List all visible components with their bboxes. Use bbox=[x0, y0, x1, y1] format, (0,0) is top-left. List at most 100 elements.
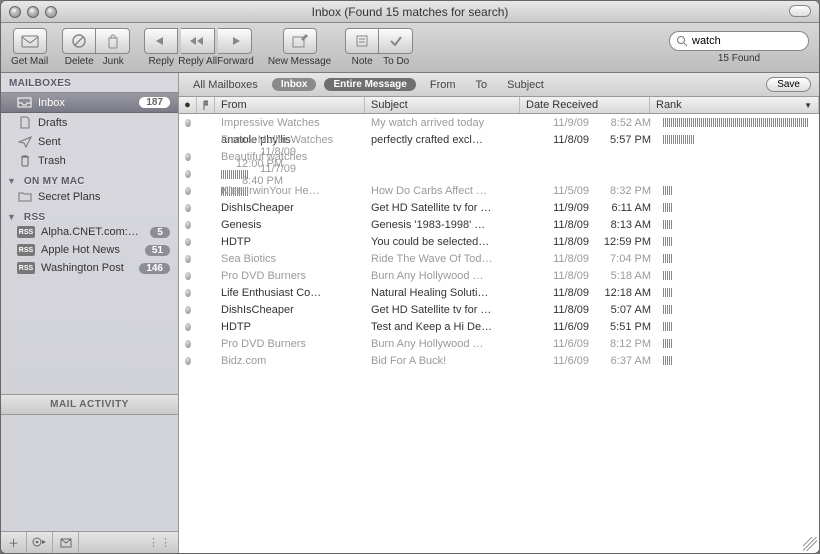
disclosure-triangle-icon[interactable]: ▼ bbox=[1, 170, 22, 186]
search-field[interactable]: ✕ bbox=[669, 31, 809, 51]
unread-dot bbox=[179, 119, 197, 127]
message-time: 8:32 PM bbox=[595, 185, 657, 197]
scope-all-mailboxes[interactable]: All Mailboxes bbox=[187, 77, 264, 93]
sidebar-item-label: Sent bbox=[38, 136, 61, 148]
window-resize-handle[interactable] bbox=[803, 537, 817, 551]
column-from[interactable]: From bbox=[215, 97, 365, 113]
message-row[interactable]: DishIsCheaperGet HD Satellite tv for …11… bbox=[179, 199, 819, 216]
message-row[interactable]: HDTPTest and Keep a Hi De…11/6/095:51 PM bbox=[179, 318, 819, 335]
message-date: 11/8/09 bbox=[520, 236, 595, 248]
scope-entire-message[interactable]: Entire Message bbox=[324, 78, 415, 91]
minimize-window-button[interactable] bbox=[27, 6, 39, 18]
message-date: 11/6/09 bbox=[520, 321, 595, 333]
column-status[interactable]: ● bbox=[179, 97, 197, 113]
reply-button[interactable]: Reply bbox=[144, 28, 178, 67]
message-row[interactable]: Impressive WatchesMy watch arrived today… bbox=[179, 114, 819, 131]
scope-subject[interactable]: Subject bbox=[501, 77, 550, 93]
sidebar-item-rss[interactable]: RSSAlpha.CNET.com:…5 bbox=[1, 223, 178, 241]
message-rank bbox=[657, 356, 819, 365]
message-time: 6:11 AM bbox=[595, 202, 657, 214]
add-button[interactable]: ＋ bbox=[1, 532, 27, 554]
sidebar-footer: ＋ ⋮⋮ bbox=[1, 531, 178, 553]
sidebar-item-inbox[interactable]: Inbox 187 bbox=[1, 92, 178, 113]
message-row[interactable]: Klee IrwinYour He…How Do Carbs Affect …1… bbox=[179, 182, 819, 199]
message-date: 11/5/09 bbox=[520, 185, 595, 197]
zoom-window-button[interactable] bbox=[45, 6, 57, 18]
inbox-badge: 187 bbox=[139, 97, 170, 108]
message-row[interactable]: DishIsCheaperGet HD Satellite tv for …11… bbox=[179, 301, 819, 318]
disclosure-triangle-icon[interactable]: ▼ bbox=[1, 206, 22, 222]
sidebar-item-label: Washington Post bbox=[41, 262, 124, 274]
message-row[interactable]: Life Enthusiast Co…Natural Healing Solut… bbox=[179, 284, 819, 301]
message-subject: You could be selected… bbox=[365, 236, 520, 248]
message-rank bbox=[657, 322, 819, 331]
message-rank bbox=[657, 254, 819, 263]
mail-window: Inbox (Found 15 matches for search) Get … bbox=[0, 0, 820, 554]
column-rank[interactable]: Rank▼ bbox=[650, 97, 819, 113]
to-do-button[interactable]: To Do bbox=[379, 28, 413, 67]
sort-descending-icon: ▼ bbox=[804, 101, 812, 110]
column-date[interactable]: Date Received bbox=[520, 97, 650, 113]
message-time: 12:18 AM bbox=[595, 287, 657, 299]
sidebar-item-rss[interactable]: RSSWashington Post146 bbox=[1, 259, 178, 277]
sidebar-item-label: Inbox bbox=[38, 97, 65, 109]
message-time: 8:12 PM bbox=[595, 338, 657, 350]
scope-to[interactable]: To bbox=[470, 77, 494, 93]
sidebar-item-drafts[interactable]: Drafts bbox=[1, 113, 178, 132]
delete-button[interactable]: Delete bbox=[62, 28, 96, 67]
message-row[interactable]: Pro DVD BurnersBurn Any Hollywood …11/6/… bbox=[179, 335, 819, 352]
scope-inbox[interactable]: Inbox bbox=[272, 78, 317, 91]
junk-button[interactable]: Junk bbox=[96, 28, 130, 67]
message-row[interactable]: Beautiful watches11/7/098:40 PM bbox=[179, 165, 819, 182]
message-from: Pro DVD Burners bbox=[215, 270, 365, 282]
action-menu-button[interactable] bbox=[27, 532, 53, 554]
rss-badge: 5 bbox=[150, 227, 170, 238]
forward-button[interactable]: Forward bbox=[217, 28, 254, 67]
message-list[interactable]: Impressive WatchesMy watch arrived today… bbox=[179, 114, 819, 553]
message-time: 8:52 AM bbox=[595, 117, 657, 129]
message-row[interactable]: GenesisGenesis '1983-1998' …11/8/098:13 … bbox=[179, 216, 819, 233]
message-rank bbox=[657, 203, 819, 212]
get-mail-button[interactable]: Get Mail bbox=[11, 28, 48, 67]
toolbar-toggle-button[interactable] bbox=[789, 5, 811, 17]
save-search-button[interactable]: Save bbox=[766, 77, 811, 92]
message-from: Genesis bbox=[215, 219, 365, 231]
rss-badge: 51 bbox=[145, 245, 170, 256]
message-pane: All Mailboxes Inbox Entire Message From … bbox=[179, 73, 819, 553]
rss-badge: 146 bbox=[139, 263, 170, 274]
message-row[interactable]: Sea BioticsRide The Wave Of Tod…11/8/097… bbox=[179, 250, 819, 267]
search-input[interactable] bbox=[692, 35, 815, 47]
message-time: 7:04 PM bbox=[595, 253, 657, 265]
message-subject: Get HD Satellite tv for … bbox=[365, 304, 520, 316]
new-message-button[interactable]: New Message bbox=[268, 28, 331, 67]
sidebar-item-rss[interactable]: RSSApple Hot News51 bbox=[1, 241, 178, 259]
unread-dot bbox=[179, 221, 197, 229]
column-subject[interactable]: Subject bbox=[365, 97, 520, 113]
close-window-button[interactable] bbox=[9, 6, 21, 18]
magnifier-icon bbox=[676, 35, 688, 47]
message-row[interactable]: Bidz.comBid For A Buck!11/6/096:37 AM bbox=[179, 352, 819, 369]
message-date: 11/8/09 bbox=[520, 270, 595, 282]
message-rank bbox=[657, 305, 819, 314]
message-from: DishIsCheaper bbox=[215, 202, 365, 214]
column-flag[interactable] bbox=[197, 97, 215, 113]
scope-from[interactable]: From bbox=[424, 77, 462, 93]
search-result-count: 15 Found bbox=[718, 53, 760, 64]
reply-all-button[interactable]: Reply All bbox=[178, 28, 217, 67]
sidebar-item-secret-plans[interactable]: Secret Plans bbox=[1, 187, 178, 206]
message-row[interactable]: HDTPYou could be selected…11/8/0912:59 P… bbox=[179, 233, 819, 250]
note-button[interactable]: Note bbox=[345, 28, 379, 67]
show-hide-button[interactable] bbox=[53, 532, 79, 554]
message-date: 11/8/09 bbox=[520, 304, 595, 316]
unread-dot bbox=[179, 255, 197, 263]
sidebar-item-trash[interactable]: Trash bbox=[1, 151, 178, 170]
inbox-icon bbox=[17, 96, 32, 109]
message-time: 8:13 AM bbox=[595, 219, 657, 231]
unread-dot bbox=[179, 306, 197, 314]
sidebar-item-sent[interactable]: Sent bbox=[1, 132, 178, 151]
message-row[interactable]: Pro DVD BurnersBurn Any Hollywood …11/8/… bbox=[179, 267, 819, 284]
sidebar-resize-handle[interactable]: ⋮⋮ bbox=[148, 536, 178, 549]
sidebar-item-label: Secret Plans bbox=[38, 191, 100, 203]
message-time: 5:57 PM bbox=[595, 134, 657, 146]
message-date: 11/8/09 bbox=[520, 134, 595, 146]
